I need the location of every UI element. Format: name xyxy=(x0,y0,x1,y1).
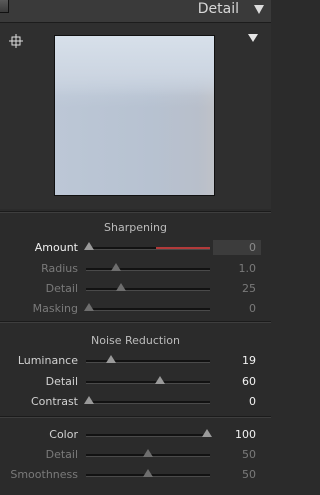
sharpening-radius-slider-thumb[interactable] xyxy=(111,263,122,271)
sharpening-detail-slider-thumb[interactable] xyxy=(115,283,126,291)
detail-preview-area xyxy=(0,23,271,209)
panel-title: Detail xyxy=(197,1,239,17)
sharpening-radius-value[interactable]: 1.0 xyxy=(239,262,257,275)
color-detail-slider-thumb[interactable] xyxy=(143,449,153,457)
sharpening-masking-slider-row: Masking 0 xyxy=(0,301,271,317)
luminance-detail-label: Detail xyxy=(45,375,78,388)
sharpening-section-title: Sharpening xyxy=(104,221,167,234)
luminance-luminance-value[interactable]: 19 xyxy=(242,354,256,367)
color-smoothness-value[interactable]: 50 xyxy=(242,468,256,481)
luminance-detail-slider-track[interactable] xyxy=(86,381,210,384)
sharpening-masking-slider-thumb[interactable] xyxy=(84,303,94,311)
sharpening-amount-label: Amount xyxy=(34,241,78,254)
luminance-luminance-slider-row: Luminance 19 xyxy=(0,353,271,369)
luminance-contrast-label: Contrast xyxy=(30,395,78,408)
luminance-contrast-slider-track[interactable] xyxy=(86,401,210,404)
amount-slider-highlight xyxy=(156,247,210,249)
color-color-label: Color xyxy=(49,428,78,441)
color-color-slider-row: Color 100 xyxy=(0,427,271,443)
sharpening-radius-slider-track[interactable] xyxy=(86,268,210,271)
sharpening-radius-label: Radius xyxy=(41,262,78,275)
color-detail-slider-row: Detail 50 xyxy=(0,447,271,463)
panel-toggle-icon[interactable] xyxy=(0,0,9,13)
luminance-detail-slider-thumb[interactable] xyxy=(154,376,165,384)
luminance-contrast-value[interactable]: 0 xyxy=(249,395,256,408)
divider xyxy=(0,321,271,323)
sharpening-masking-label: Masking xyxy=(32,302,78,315)
sharpening-amount-value[interactable]: 0 xyxy=(249,241,256,254)
noise-reduction-section-title: Noise Reduction xyxy=(91,334,180,347)
luminance-contrast-slider-thumb[interactable] xyxy=(84,396,94,404)
target-crosshair-icon[interactable] xyxy=(9,34,23,48)
color-smoothness-label: Smoothness xyxy=(10,468,78,481)
luminance-detail-value[interactable]: 60 xyxy=(242,375,256,388)
sharpening-amount-slider-thumb[interactable] xyxy=(84,242,94,250)
divider xyxy=(0,416,271,418)
sharpening-masking-slider-track[interactable] xyxy=(86,308,210,311)
color-smoothness-slider-thumb[interactable] xyxy=(143,469,153,477)
sharpening-detail-slider-row: Detail 25 xyxy=(0,281,271,297)
color-color-slider-track[interactable] xyxy=(86,434,210,437)
luminance-luminance-slider-thumb[interactable] xyxy=(106,355,117,363)
color-smoothness-slider-row: Smoothness 50 xyxy=(0,467,271,483)
sharpening-detail-slider-track[interactable] xyxy=(86,288,210,291)
color-color-slider-thumb[interactable] xyxy=(202,429,212,437)
collapse-triangle-icon[interactable] xyxy=(254,5,264,14)
detail-panel-header[interactable]: Detail xyxy=(0,0,271,23)
divider xyxy=(0,211,271,213)
sharpening-detail-value[interactable]: 25 xyxy=(242,282,256,295)
color-color-value[interactable]: 100 xyxy=(235,428,256,441)
luminance-detail-slider-row: Detail 60 xyxy=(0,374,271,390)
sharpening-masking-value[interactable]: 0 xyxy=(249,302,256,315)
zoomed-preview-image[interactable] xyxy=(54,35,215,196)
preview-options-triangle-icon[interactable] xyxy=(248,34,258,42)
sharpening-detail-label: Detail xyxy=(45,282,78,295)
luminance-luminance-label: Luminance xyxy=(17,354,78,367)
luminance-contrast-slider-row: Contrast 0 xyxy=(0,394,271,410)
sharpening-amount-slider-track[interactable] xyxy=(86,247,210,250)
luminance-luminance-slider-track[interactable] xyxy=(86,360,210,363)
sharpening-amount-slider-row: Amount 0 xyxy=(0,240,271,256)
color-detail-label: Detail xyxy=(45,448,78,461)
color-detail-value[interactable]: 50 xyxy=(242,448,256,461)
sharpening-radius-slider-row: Radius 1.0 xyxy=(0,261,271,277)
